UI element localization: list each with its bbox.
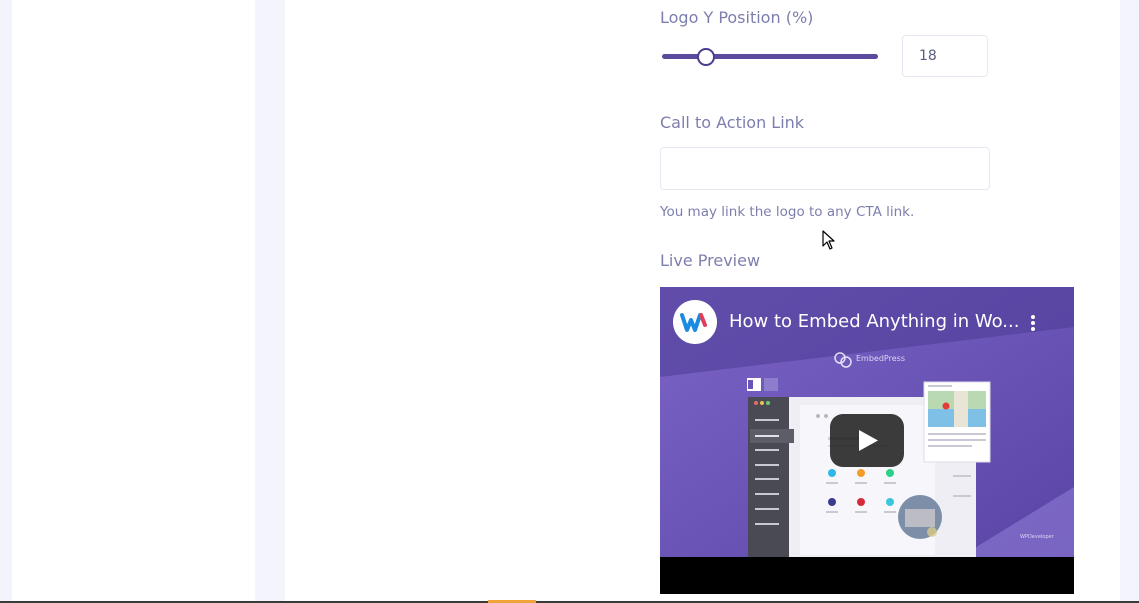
live-preview-label: Live Preview	[660, 251, 761, 270]
more-options-icon[interactable]	[1026, 313, 1040, 333]
logo-y-number-input[interactable]	[902, 35, 988, 77]
embedpress-brand-text: EmbedPress	[856, 354, 905, 363]
logo-y-position-label: Logo Y Position (%)	[660, 8, 814, 27]
play-button-icon[interactable]	[830, 414, 904, 467]
background-stripe	[0, 0, 12, 603]
mouse-cursor-icon	[822, 230, 835, 250]
video-player[interactable]: How to Embed Anything in Wo... EmbedPres…	[660, 287, 1074, 594]
logo-y-slider-track[interactable]	[662, 54, 878, 59]
background-stripe	[1120, 0, 1139, 603]
wpdeveloper-brand-text: WPDeveloper	[1020, 534, 1054, 540]
cta-link-label: Call to Action Link	[660, 113, 805, 132]
video-title[interactable]: How to Embed Anything in Wo...	[729, 311, 1019, 332]
cta-link-input[interactable]	[660, 147, 990, 190]
background-stripe	[255, 0, 285, 603]
cta-link-hint: You may link the logo to any CTA link.	[660, 204, 915, 220]
channel-avatar-icon[interactable]	[673, 300, 717, 344]
logo-y-slider-thumb[interactable]	[697, 48, 715, 66]
